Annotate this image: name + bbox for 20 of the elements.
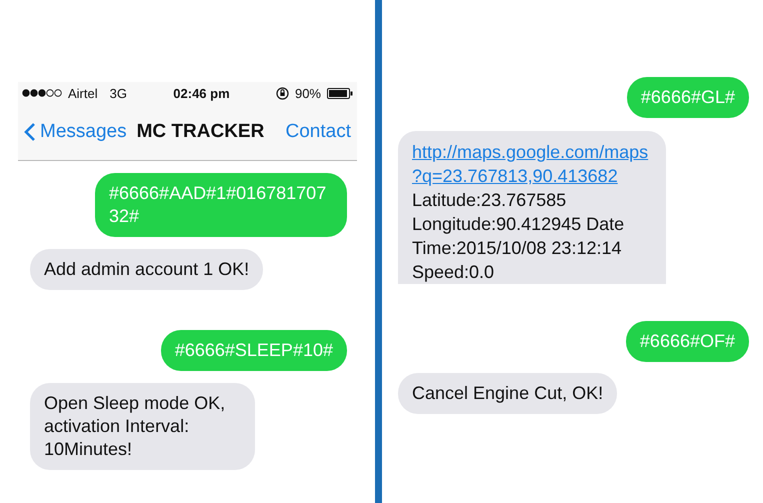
received-message-bubble: Add admin account 1 OK! — [30, 249, 264, 290]
chevron-left-icon — [24, 122, 36, 142]
sent-message-bubble: #6666#AAD#1#01678170732# — [95, 173, 347, 237]
signal-icon — [22, 89, 62, 97]
rotation-lock-icon — [276, 86, 289, 100]
sent-message-bubble: #6666#OF# — [626, 321, 749, 362]
sent-message-bubble: #6666#GL# — [626, 77, 749, 118]
conversation-title: MC TRACKER — [136, 121, 266, 143]
message-text: Latitude:23.767585 Longitude:90.412945 Date Time:2015/10/08 23:12:14 Speed:0.0 — [412, 190, 624, 282]
status-time: 02:46 pm — [173, 86, 230, 100]
received-message-bubble: Cancel Engine Cut, OK! — [398, 373, 618, 414]
received-message-bubble: Open Sleep mode OK, activation Interval: 10Minutes! — [30, 383, 255, 470]
battery-icon — [327, 88, 353, 98]
sent-message-bubble: #6666#SLEEP#10# — [160, 330, 347, 371]
battery-percent: 90% — [294, 86, 321, 100]
network-type: 3G — [110, 86, 127, 100]
contact-button[interactable]: Contact — [286, 121, 351, 143]
back-button[interactable]: Messages — [24, 121, 127, 143]
carrier-name: Airtel — [68, 86, 98, 100]
map-link[interactable]: http://maps.google.com/maps?q=23.767813,90.413682 — [412, 140, 652, 188]
